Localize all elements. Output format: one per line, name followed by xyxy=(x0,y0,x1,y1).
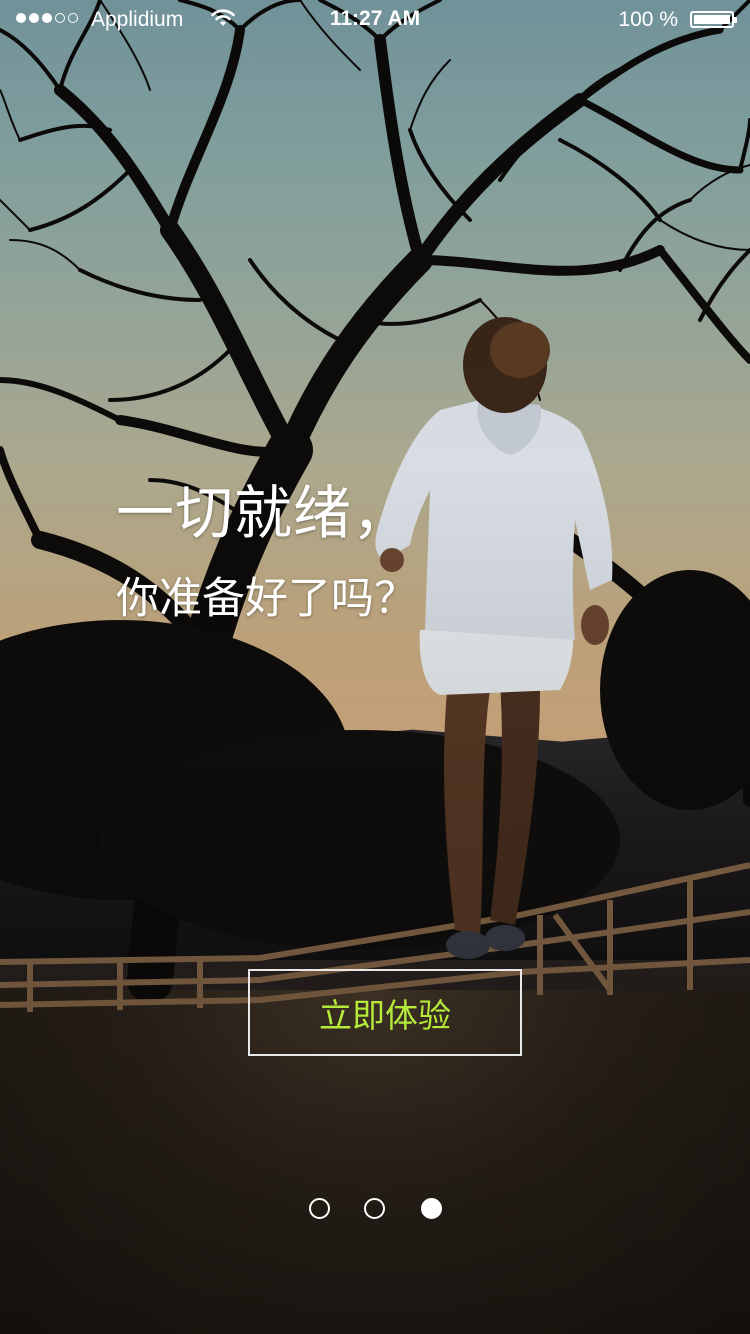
vignette-overlay xyxy=(0,0,750,1334)
page-indicator xyxy=(309,1198,449,1220)
headline-line-1: 一切就绪， xyxy=(116,479,412,547)
page-dot[interactable] xyxy=(364,1198,385,1219)
try-now-button[interactable]: 立即体验 xyxy=(248,969,522,1056)
battery-level xyxy=(694,15,730,24)
background-photo xyxy=(0,0,750,1334)
headline-line-2: 你准备好了吗？ xyxy=(116,574,417,624)
page-dot[interactable] xyxy=(421,1198,442,1219)
status-bar: Applidium 11:27 AM 100 % xyxy=(0,0,750,40)
battery-icon xyxy=(690,11,737,28)
battery-percentage: 100 % xyxy=(618,8,678,31)
page-dot[interactable] xyxy=(309,1198,330,1219)
